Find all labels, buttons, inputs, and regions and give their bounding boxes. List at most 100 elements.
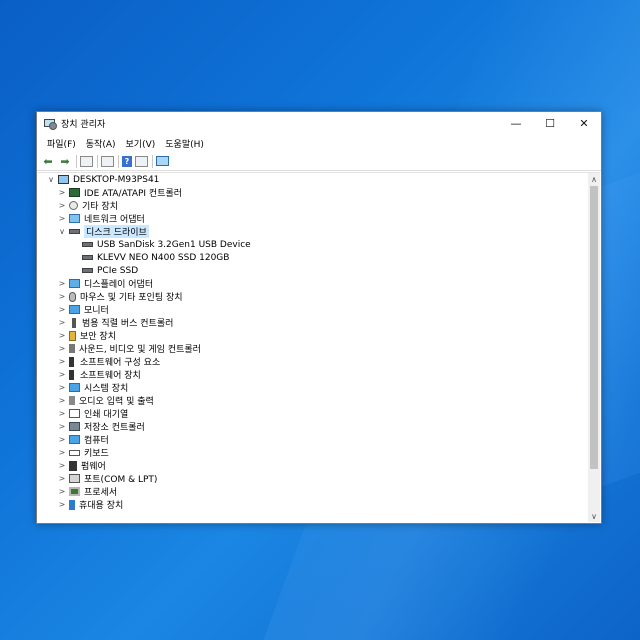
chevron-right-icon[interactable]: > <box>57 201 67 210</box>
chevron-right-icon[interactable]: > <box>57 357 67 366</box>
tree-device[interactable]: KLEVV NEO N400 SSD 120GB <box>38 251 587 264</box>
tree-category[interactable]: > 소프트웨어 구성 요소 <box>38 355 587 368</box>
close-button[interactable]: ✕ <box>567 112 601 134</box>
disk-drive-icon <box>69 229 80 234</box>
chevron-right-icon[interactable]: > <box>57 487 67 496</box>
chevron-right-icon[interactable]: > <box>57 370 67 379</box>
view-icon[interactable] <box>135 155 148 167</box>
tree-category[interactable]: > 펌웨어 <box>38 459 587 472</box>
category-label: 프로세서 <box>84 488 118 498</box>
chevron-right-icon[interactable]: > <box>57 305 67 314</box>
chevron-down-icon[interactable]: ∨ <box>57 227 67 236</box>
device-tree[interactable]: ∨ DESKTOP-M93PS41 > IDE ATA/ATAPI 컨트롤러 > 기… <box>38 173 587 522</box>
tree-category[interactable]: > IDE ATA/ATAPI 컨트롤러 <box>38 186 587 199</box>
list-icon[interactable] <box>101 155 114 167</box>
tree-category-disk-drives[interactable]: ∨ 디스크 드라이브 <box>38 225 587 238</box>
monitor-icon[interactable] <box>156 156 169 166</box>
tree-category[interactable]: > 저장소 컨트롤러 <box>38 420 587 433</box>
category-label: 소프트웨어 구성 요소 <box>80 358 161 368</box>
scroll-down-icon[interactable]: ∨ <box>588 510 600 522</box>
forward-arrow-icon[interactable]: ➡ <box>58 155 72 168</box>
tree-category[interactable]: > 키보드 <box>38 446 587 459</box>
menu-file[interactable]: 파일(F) <box>42 137 81 150</box>
tree-root-label: DESKTOP-M93PS41 <box>73 174 160 185</box>
chevron-right-icon[interactable]: > <box>57 422 67 431</box>
chevron-right-icon[interactable]: > <box>57 383 67 392</box>
minimize-button[interactable]: — <box>499 112 533 134</box>
scroll-thumb[interactable] <box>590 186 598 469</box>
category-label: 소프트웨어 장치 <box>80 371 141 381</box>
chevron-right-icon[interactable]: > <box>57 331 67 340</box>
printer-icon <box>69 409 80 418</box>
computer-icon <box>58 175 69 184</box>
ide-controller-icon <box>69 188 80 197</box>
window-title: 장치 관리자 <box>61 119 106 130</box>
tree-category[interactable]: > 시스템 장치 <box>38 381 587 394</box>
device-manager-icon <box>44 118 57 130</box>
tree-category[interactable]: > 컴퓨터 <box>38 433 587 446</box>
chevron-right-icon[interactable]: > <box>57 292 67 301</box>
category-label: 마우스 및 기타 포인팅 장치 <box>80 293 183 303</box>
back-arrow-icon[interactable]: ⬅ <box>41 155 55 168</box>
tree-category[interactable]: > 보안 장치 <box>38 329 587 342</box>
network-icon <box>69 214 80 223</box>
chevron-right-icon[interactable]: > <box>57 214 67 223</box>
category-label: 휴대용 장치 <box>79 501 124 511</box>
tree-category[interactable]: > 범용 직렬 버스 컨트롤러 <box>38 316 587 329</box>
maximize-button[interactable]: ☐ <box>533 112 567 134</box>
chevron-right-icon[interactable]: > <box>57 461 67 470</box>
category-label: 사운드, 비디오 및 게임 컨트롤러 <box>79 345 201 355</box>
monitor-icon <box>69 305 80 314</box>
tree-category[interactable]: > 휴대용 장치 <box>38 498 587 511</box>
chevron-right-icon[interactable]: > <box>57 396 67 405</box>
category-label: 모니터 <box>84 306 109 316</box>
chevron-right-icon[interactable]: > <box>57 188 67 197</box>
vertical-scrollbar[interactable]: ∧ ∨ <box>588 173 600 522</box>
chevron-right-icon[interactable]: > <box>57 500 67 509</box>
tree-device[interactable]: PCIe SSD <box>38 264 587 277</box>
toolbar: ⬅ ➡ ? <box>37 152 601 171</box>
category-label: 펌웨어 <box>81 462 106 472</box>
title-bar[interactable]: 장치 관리자 — ☐ ✕ <box>37 112 601 134</box>
usb-icon <box>72 317 76 328</box>
software-component-icon <box>69 356 74 367</box>
chevron-right-icon[interactable]: > <box>57 448 67 457</box>
chevron-right-icon[interactable]: > <box>57 409 67 418</box>
tree-category[interactable]: > 인쇄 대기열 <box>38 407 587 420</box>
portable-device-icon <box>69 499 75 510</box>
properties-icon[interactable] <box>80 155 93 167</box>
category-label: IDE ATA/ATAPI 컨트롤러 <box>84 189 183 199</box>
chevron-right-icon[interactable]: > <box>57 474 67 483</box>
chevron-right-icon[interactable]: > <box>57 318 67 327</box>
menu-action[interactable]: 동작(A) <box>81 137 121 150</box>
category-label: 디스플레이 어댑터 <box>84 280 154 290</box>
tree-category[interactable]: > 네트워크 어댑터 <box>38 212 587 225</box>
disk-drive-icon <box>82 255 93 260</box>
scroll-up-icon[interactable]: ∧ <box>588 173 600 185</box>
category-label: 키보드 <box>84 449 109 459</box>
help-icon[interactable]: ? <box>122 155 132 167</box>
category-label: 저장소 컨트롤러 <box>84 423 145 433</box>
speaker-icon <box>69 344 75 353</box>
tree-category[interactable]: > 사운드, 비디오 및 게임 컨트롤러 <box>38 342 587 355</box>
tree-category[interactable]: > 프로세서 <box>38 485 587 498</box>
category-label: 컴퓨터 <box>84 436 109 446</box>
chevron-down-icon[interactable]: ∨ <box>46 175 56 184</box>
tree-category[interactable]: > 포트(COM & LPT) <box>38 472 587 485</box>
tree-category[interactable]: > 기타 장치 <box>38 199 587 212</box>
chevron-right-icon[interactable]: > <box>57 435 67 444</box>
menu-help[interactable]: 도움말(H) <box>160 137 209 150</box>
tree-root[interactable]: ∨ DESKTOP-M93PS41 <box>38 173 587 186</box>
tree-category[interactable]: > 오디오 입력 및 출력 <box>38 394 587 407</box>
chevron-right-icon[interactable]: > <box>57 279 67 288</box>
tree-category[interactable]: > 마우스 및 기타 포인팅 장치 <box>38 290 587 303</box>
category-label: 오디오 입력 및 출력 <box>79 397 154 407</box>
tree-category[interactable]: > 소프트웨어 장치 <box>38 368 587 381</box>
menu-view[interactable]: 보기(V) <box>121 137 161 150</box>
tree-device[interactable]: USB SanDisk 3.2Gen1 USB Device <box>38 238 587 251</box>
chevron-right-icon[interactable]: > <box>57 344 67 353</box>
tree-category[interactable]: > 모니터 <box>38 303 587 316</box>
tree-category[interactable]: > 디스플레이 어댑터 <box>38 277 587 290</box>
mouse-icon <box>69 291 76 302</box>
category-label: 범용 직렬 버스 컨트롤러 <box>82 319 174 329</box>
